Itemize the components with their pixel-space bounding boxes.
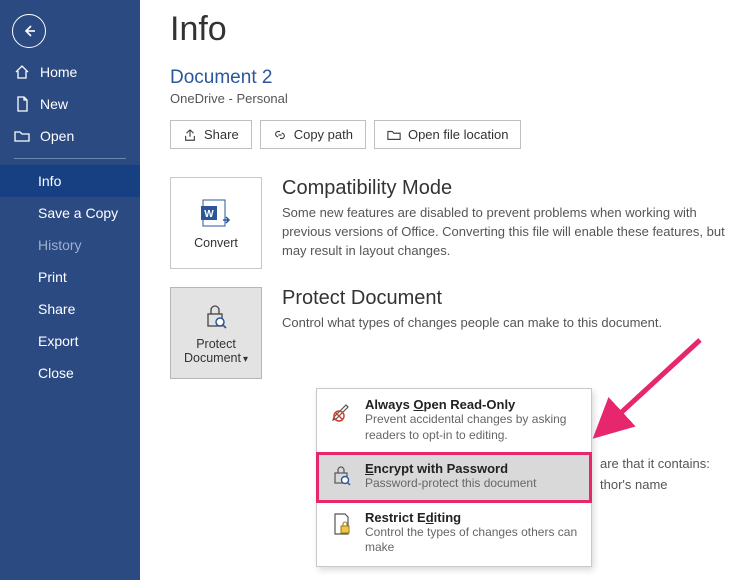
compatibility-title: Compatibility Mode [282,177,729,200]
protect-label: Protect Document▾ [171,337,261,365]
nav-info-label: Info [38,173,61,189]
protect-section: Protect Document▾ Protect Document Contr… [170,287,729,379]
nav-new-label: New [40,96,68,112]
word-convert-icon: W [199,196,233,230]
nav-export-label: Export [38,333,78,349]
folder-icon [387,128,401,142]
menu-encrypt-desc: Password-protect this document [365,476,536,492]
document-location: OneDrive - Personal [170,91,729,106]
copy-path-button[interactable]: Copy path [260,120,366,149]
back-arrow-icon [21,23,37,39]
lock-key-icon [329,462,355,488]
nav-home-label: Home [40,64,77,80]
protect-desc: Control what types of changes people can… [282,314,729,333]
copy-path-label: Copy path [294,127,353,142]
document-title: Document 2 [170,67,729,89]
document-icon [14,96,30,112]
menu-restrict-desc: Control the types of changes others can … [365,525,579,556]
nav-open[interactable]: Open [0,120,140,152]
share-label: Share [204,127,239,142]
pen-prohibit-icon [329,398,355,424]
nav-print[interactable]: Print [0,261,140,293]
page-title: Info [170,10,729,49]
document-lock-icon [329,511,355,537]
folder-open-icon [14,128,30,144]
nav-save-copy[interactable]: Save a Copy [0,197,140,229]
menu-readonly-desc: Prevent accidental changes by asking rea… [365,412,579,443]
share-button[interactable]: Share [170,120,252,149]
home-icon [14,64,30,80]
nav-close-label: Close [38,365,74,381]
backstage-sidebar: Home New Open Info Save a Copy History P… [0,0,140,580]
nav-share[interactable]: Share [0,293,140,325]
link-icon [273,128,287,142]
nav-history: History [0,229,140,261]
nav-save-copy-label: Save a Copy [38,205,118,221]
nav-share-label: Share [38,301,75,317]
main-content: Info Document 2 OneDrive - Personal Shar… [140,0,753,580]
menu-readonly-title: Always Open Read-Only [365,397,579,412]
menu-restrict-title: Restrict Editing [365,510,579,525]
share-icon [183,128,197,142]
open-location-label: Open file location [408,127,508,142]
action-button-row: Share Copy path Open file location [170,120,729,149]
menu-encrypt-title: Encrypt with Password [365,461,536,476]
svg-text:W: W [204,209,214,220]
back-button[interactable] [12,14,46,48]
nav-home[interactable]: Home [0,56,140,88]
menu-open-read-only[interactable]: Always Open Read-Only Prevent accidental… [317,389,591,453]
nav-print-label: Print [38,269,67,285]
convert-button[interactable]: W Convert [170,177,262,269]
inspect-partial-text: are that it contains: thor's name [600,454,710,496]
compatibility-desc: Some new features are disabled to preven… [282,204,729,261]
protect-document-button[interactable]: Protect Document▾ [170,287,262,379]
menu-encrypt-password[interactable]: Encrypt with Password Password-protect t… [317,453,591,502]
nav-info[interactable]: Info [0,165,140,197]
open-location-button[interactable]: Open file location [374,120,521,149]
menu-restrict-editing[interactable]: Restrict Editing Control the types of ch… [317,502,591,566]
lock-search-icon [201,301,231,331]
nav-open-label: Open [40,128,74,144]
nav-separator [14,158,126,159]
nav-new[interactable]: New [0,88,140,120]
nav-export[interactable]: Export [0,325,140,357]
convert-label: Convert [194,236,238,250]
compatibility-section: W Convert Compatibility Mode Some new fe… [170,177,729,269]
nav-history-label: History [38,237,82,253]
protect-document-menu: Always Open Read-Only Prevent accidental… [316,388,592,567]
nav-close[interactable]: Close [0,357,140,389]
protect-title: Protect Document [282,287,729,310]
